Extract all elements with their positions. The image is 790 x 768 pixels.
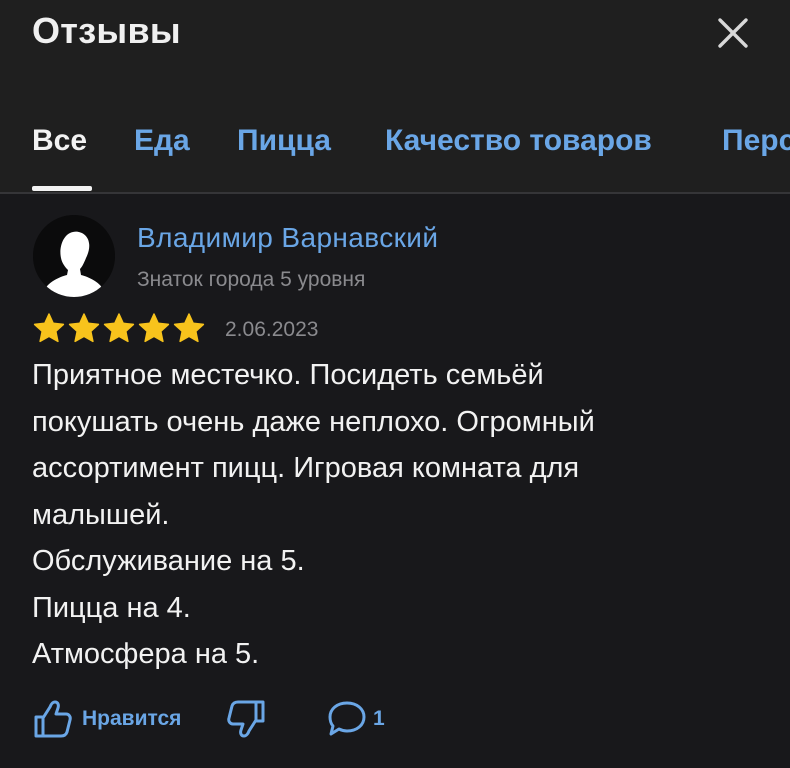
comment-count: 1 xyxy=(373,707,385,730)
close-icon xyxy=(718,18,748,48)
review-text-line: Атмосфера на 5. xyxy=(32,638,260,670)
star-icon xyxy=(103,313,135,343)
review-text-line: Обслуживание на 5. xyxy=(32,545,305,577)
review-text-line: покушать очень даже неплохо. Огромный xyxy=(32,405,595,438)
review-date: 2.06.2023 xyxy=(225,318,319,341)
user-silhouette-icon xyxy=(33,215,115,297)
reviews-screen: Отзывы Все Еда Пицца Качество товаров Пе… xyxy=(0,0,790,768)
review-text-line: ассортимент пицц. Игровая комната для xyxy=(32,452,580,484)
like-label: Нравится xyxy=(82,707,182,730)
review-text-line: Приятное местечко. Посидеть семьёй xyxy=(32,359,544,391)
tab-all[interactable]: Все xyxy=(32,124,87,158)
author-level: Знаток города 5 уровня xyxy=(137,268,366,291)
thumbs-down-icon xyxy=(227,700,265,738)
star-icon xyxy=(173,313,205,343)
tab-goods-quality[interactable]: Качество товаров xyxy=(385,124,652,158)
star-icon xyxy=(68,313,100,343)
page-title: Отзывы xyxy=(32,10,181,51)
like-button[interactable]: Нравится xyxy=(32,698,181,740)
review-text: Приятное местечко. Посидеть семьёй покуш… xyxy=(32,352,752,678)
rating-stars xyxy=(32,312,207,343)
close-button[interactable] xyxy=(708,8,758,58)
author-name[interactable]: Владимир Варнавский xyxy=(137,222,438,254)
comment-bubble-icon xyxy=(328,701,366,736)
thumbs-up-icon xyxy=(34,700,72,738)
dislike-button[interactable] xyxy=(223,698,267,740)
review-text-line: малышей. xyxy=(32,498,170,531)
review-text-line: Пицца на 4. xyxy=(32,591,191,624)
active-tab-indicator xyxy=(32,186,92,191)
tab-food[interactable]: Еда xyxy=(134,124,190,158)
review-actions: Нравится 1 xyxy=(0,696,790,746)
star-icon xyxy=(138,313,170,343)
tab-staff[interactable]: Персонал xyxy=(722,124,790,158)
category-tabs: Все Еда Пицца Качество товаров Персонал xyxy=(0,100,790,194)
header: Отзывы xyxy=(0,0,790,100)
review-card: Владимир Варнавский Знаток города 5 уров… xyxy=(0,194,790,768)
comments-button[interactable]: 1 xyxy=(325,698,385,740)
avatar[interactable] xyxy=(33,215,115,297)
star-icon xyxy=(33,313,65,343)
tab-pizza[interactable]: Пицца xyxy=(237,124,331,158)
